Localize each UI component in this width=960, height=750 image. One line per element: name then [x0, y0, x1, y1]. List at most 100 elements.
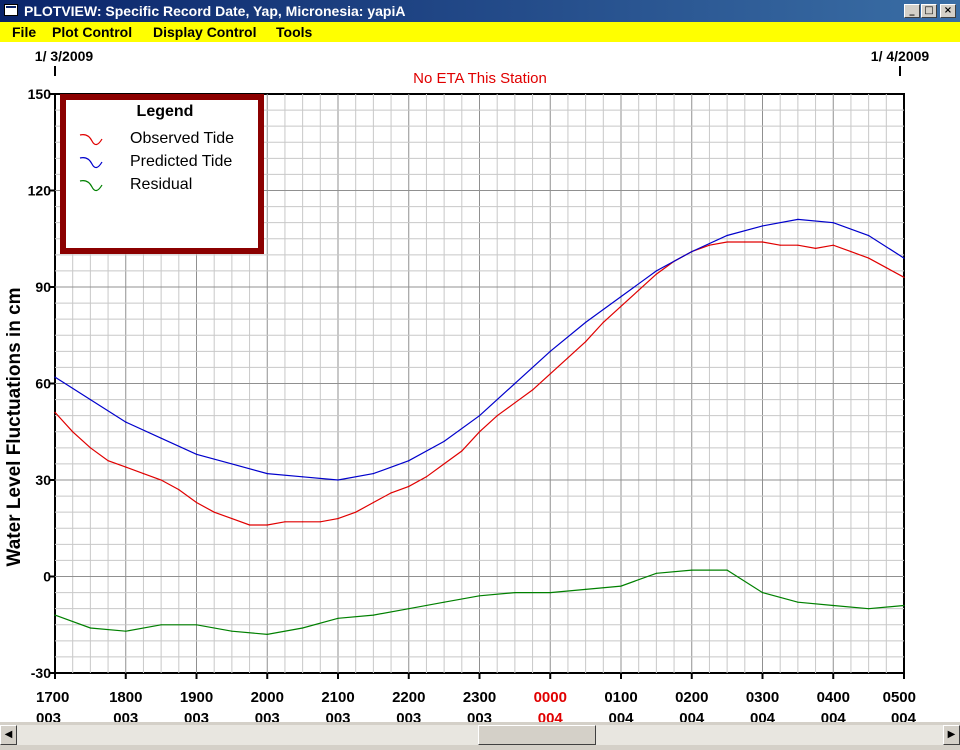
- series-point: [779, 244, 781, 246]
- series-point: [726, 569, 728, 571]
- x-tick-time: 0500: [883, 689, 916, 706]
- x-tick-time: 0100: [604, 689, 637, 706]
- series-point: [231, 518, 233, 520]
- series-point: [532, 389, 534, 391]
- series-point: [390, 492, 392, 494]
- series-point: [443, 601, 445, 603]
- series-point: [125, 466, 127, 468]
- x-tick-day: 003: [184, 710, 209, 722]
- y-tick-label: 60: [35, 376, 51, 392]
- series-point: [266, 473, 268, 475]
- series-point: [868, 234, 870, 237]
- x-tick-day: 004: [750, 710, 776, 722]
- app-window-icon: [4, 4, 18, 16]
- menu-display-control[interactable]: Display Control: [153, 24, 256, 40]
- series-point: [761, 225, 764, 227]
- x-tick-day: 003: [36, 710, 61, 722]
- series-point: [408, 485, 410, 487]
- legend-title: Legend: [137, 103, 194, 120]
- y-tick-label: 90: [35, 279, 51, 295]
- series-point: [89, 399, 91, 401]
- y-tick-label: 0: [43, 569, 51, 585]
- series-point: [620, 585, 622, 587]
- series-point: [372, 501, 374, 504]
- x-tick-day: 003: [113, 710, 138, 722]
- series-point: [620, 296, 622, 298]
- series-point: [549, 350, 551, 352]
- scroll-left-arrow-icon[interactable]: ◀: [0, 725, 17, 745]
- scroll-thumb[interactable]: [478, 725, 596, 745]
- end-date-label: 1/ 4/2009: [871, 48, 930, 64]
- close-button[interactable]: ×: [940, 4, 956, 18]
- series-point: [337, 617, 339, 619]
- series-point: [850, 251, 852, 253]
- x-tick-time: 0400: [817, 689, 850, 706]
- menu-tools[interactable]: Tools: [276, 24, 312, 40]
- title-bar: PLOTVIEW: Specific Record Date, Yap, Mic…: [0, 0, 960, 22]
- series-point: [903, 604, 905, 607]
- series-point: [89, 447, 91, 449]
- x-tick-day: 004: [608, 710, 634, 722]
- x-tick-day: 004: [821, 710, 847, 722]
- x-tick-time: 0300: [746, 689, 779, 706]
- x-tick-day: 003: [467, 710, 492, 722]
- series-point: [655, 273, 658, 275]
- series-point: [319, 521, 321, 523]
- series-point: [302, 476, 304, 478]
- series-point: [585, 341, 587, 343]
- series-point: [54, 376, 56, 378]
- series-point: [602, 321, 604, 323]
- series-point: [478, 595, 481, 597]
- series-point: [549, 592, 551, 594]
- menu-bar: File Plot Control Display Control Tools: [0, 22, 960, 42]
- series-point: [691, 569, 693, 571]
- y-tick-label: 120: [28, 183, 52, 199]
- series-point: [425, 476, 427, 478]
- series-point: [708, 244, 711, 246]
- x-tick-time: 0000: [534, 689, 567, 706]
- series-point: [797, 218, 799, 220]
- x-tick-time: 1900: [180, 689, 213, 706]
- legend-panel: [66, 100, 258, 248]
- series-point: [443, 440, 445, 442]
- menu-plot-control[interactable]: Plot Control: [52, 24, 132, 40]
- series-point: [655, 270, 658, 272]
- series-point: [726, 234, 728, 237]
- series-point: [408, 460, 410, 462]
- series-point: [903, 276, 905, 278]
- series-point: [514, 402, 516, 404]
- series-point: [266, 524, 268, 526]
- x-tick-day: 004: [679, 710, 705, 722]
- series-point: [160, 624, 162, 626]
- series-point: [107, 460, 109, 462]
- scroll-right-arrow-icon[interactable]: ▶: [943, 725, 960, 745]
- series-point: [549, 373, 551, 375]
- series-point: [797, 244, 799, 246]
- series-point: [726, 241, 728, 243]
- series-point: [761, 241, 764, 243]
- series-point: [249, 524, 251, 526]
- y-tick-label: 30: [35, 472, 51, 488]
- series-point: [585, 321, 587, 323]
- menu-file[interactable]: File: [12, 24, 36, 40]
- series-point: [832, 244, 834, 246]
- x-axis-ticks: 1700 003 1800 003 1900 003 2000 003 2100 003 2200 0…: [36, 673, 917, 727]
- horizontal-scrollbar[interactable]: ◀ ▶: [0, 722, 960, 750]
- x-tick-time: 2100: [321, 689, 354, 706]
- x-tick-day: 004: [891, 710, 917, 722]
- series-point: [337, 479, 339, 481]
- series-point: [868, 257, 870, 259]
- plot-area: 1/ 3/2009 1/ 4/2009 No ETA This Station …: [0, 42, 960, 727]
- series-point: [89, 627, 91, 629]
- series-point: [372, 473, 374, 475]
- series-point: [160, 437, 162, 439]
- maximize-button[interactable]: □: [921, 4, 937, 18]
- series-point: [514, 382, 516, 385]
- x-tick-day: 003: [255, 710, 280, 722]
- minimize-button[interactable]: _: [904, 4, 920, 18]
- x-tick-day: 003: [396, 710, 421, 722]
- series-point: [178, 489, 180, 491]
- start-date-label: 1/ 3/2009: [35, 48, 94, 64]
- series-point: [478, 431, 481, 433]
- series-point: [125, 630, 127, 632]
